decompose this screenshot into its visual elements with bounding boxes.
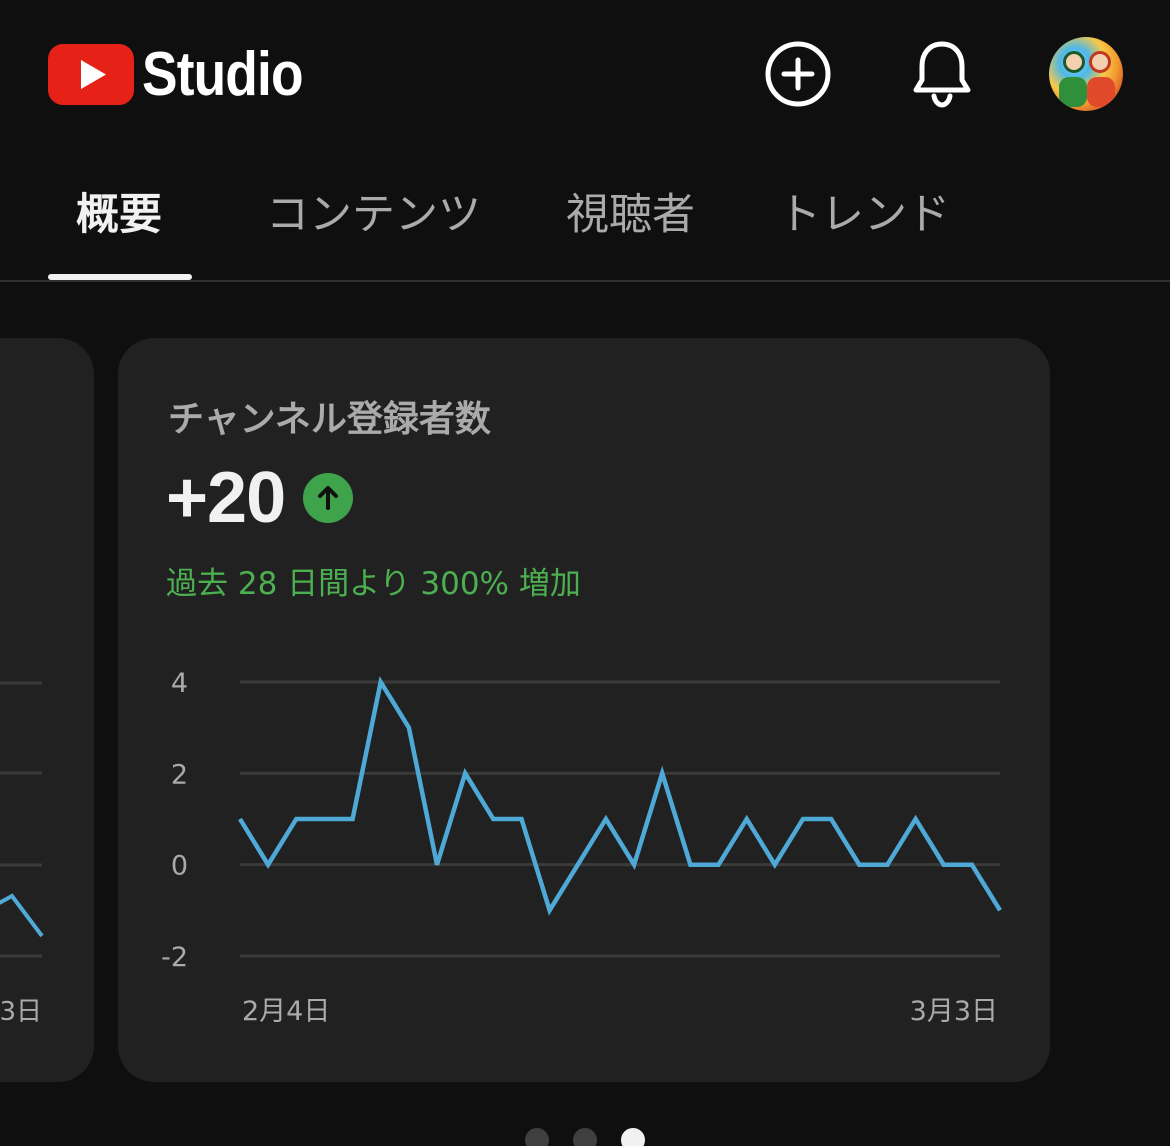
avatar-figure-right [1087,77,1115,107]
tab-content[interactable]: コンテンツ [266,180,481,250]
avatar-face-left [1063,51,1085,73]
active-tab-indicator [48,274,192,280]
x-axis-end-label: 3月3日 [910,996,998,1027]
studio-logo[interactable]: Studio [48,40,329,109]
y-tick-label: -2 [161,942,188,973]
analytics-tabs: 概要 コンテンツ 視聴者 トレンド [0,150,1170,282]
x-axis-start-label: 2月4日 [242,996,330,1027]
subscribers-card[interactable]: チャンネル登録者数 +20 過去 28 日間より 300% 増加 4 2 0 -2 2月… [118,338,1050,1082]
tab-overview[interactable]: 概要 [76,180,162,250]
create-button[interactable] [762,38,834,110]
avatar-figure-left [1059,77,1087,107]
metric-comparison: 過去 28 日間より 300% 増加 [166,566,581,602]
card-pagination [0,1128,1170,1146]
tab-trends[interactable]: トレンド [778,180,950,250]
prev-x-label: 3日 [0,997,42,1027]
youtube-studio-app: Studio 概要 コンテンツ 視聴者 トレンド 3日 チャンネル登録者数 +2… [0,0,1170,1146]
subscribers-line-chart: 4 2 0 -2 2月4日 3月3日 [161,668,1002,1027]
app-header: Studio [0,0,1170,150]
arrow-up-icon [303,473,354,523]
prev-series-line [0,893,44,938]
series-line [238,675,1002,916]
youtube-logo-icon [48,43,134,105]
metric-row: +20 [166,458,354,538]
metric-value: +20 [166,458,286,538]
avatar-face-right [1089,51,1111,73]
page-dot-2[interactable] [573,1128,597,1146]
tab-audience[interactable]: 視聴者 [566,180,695,250]
page-dot-3[interactable] [621,1128,645,1146]
card-title: チャンネル登録者数 [168,399,491,440]
previous-metric-card[interactable]: 3日 [0,338,94,1082]
previous-card-chart: 3日 [0,681,44,1027]
y-tick-label: 0 [171,851,188,882]
bell-icon [913,41,971,108]
notifications-button[interactable] [906,38,978,110]
y-tick-label: 2 [171,759,188,790]
avatar[interactable] [1049,37,1123,111]
y-tick-label: 4 [171,668,188,699]
page-dot-1[interactable] [525,1128,549,1146]
plus-circle-icon [765,41,831,107]
brand-text: Studio [142,39,304,109]
